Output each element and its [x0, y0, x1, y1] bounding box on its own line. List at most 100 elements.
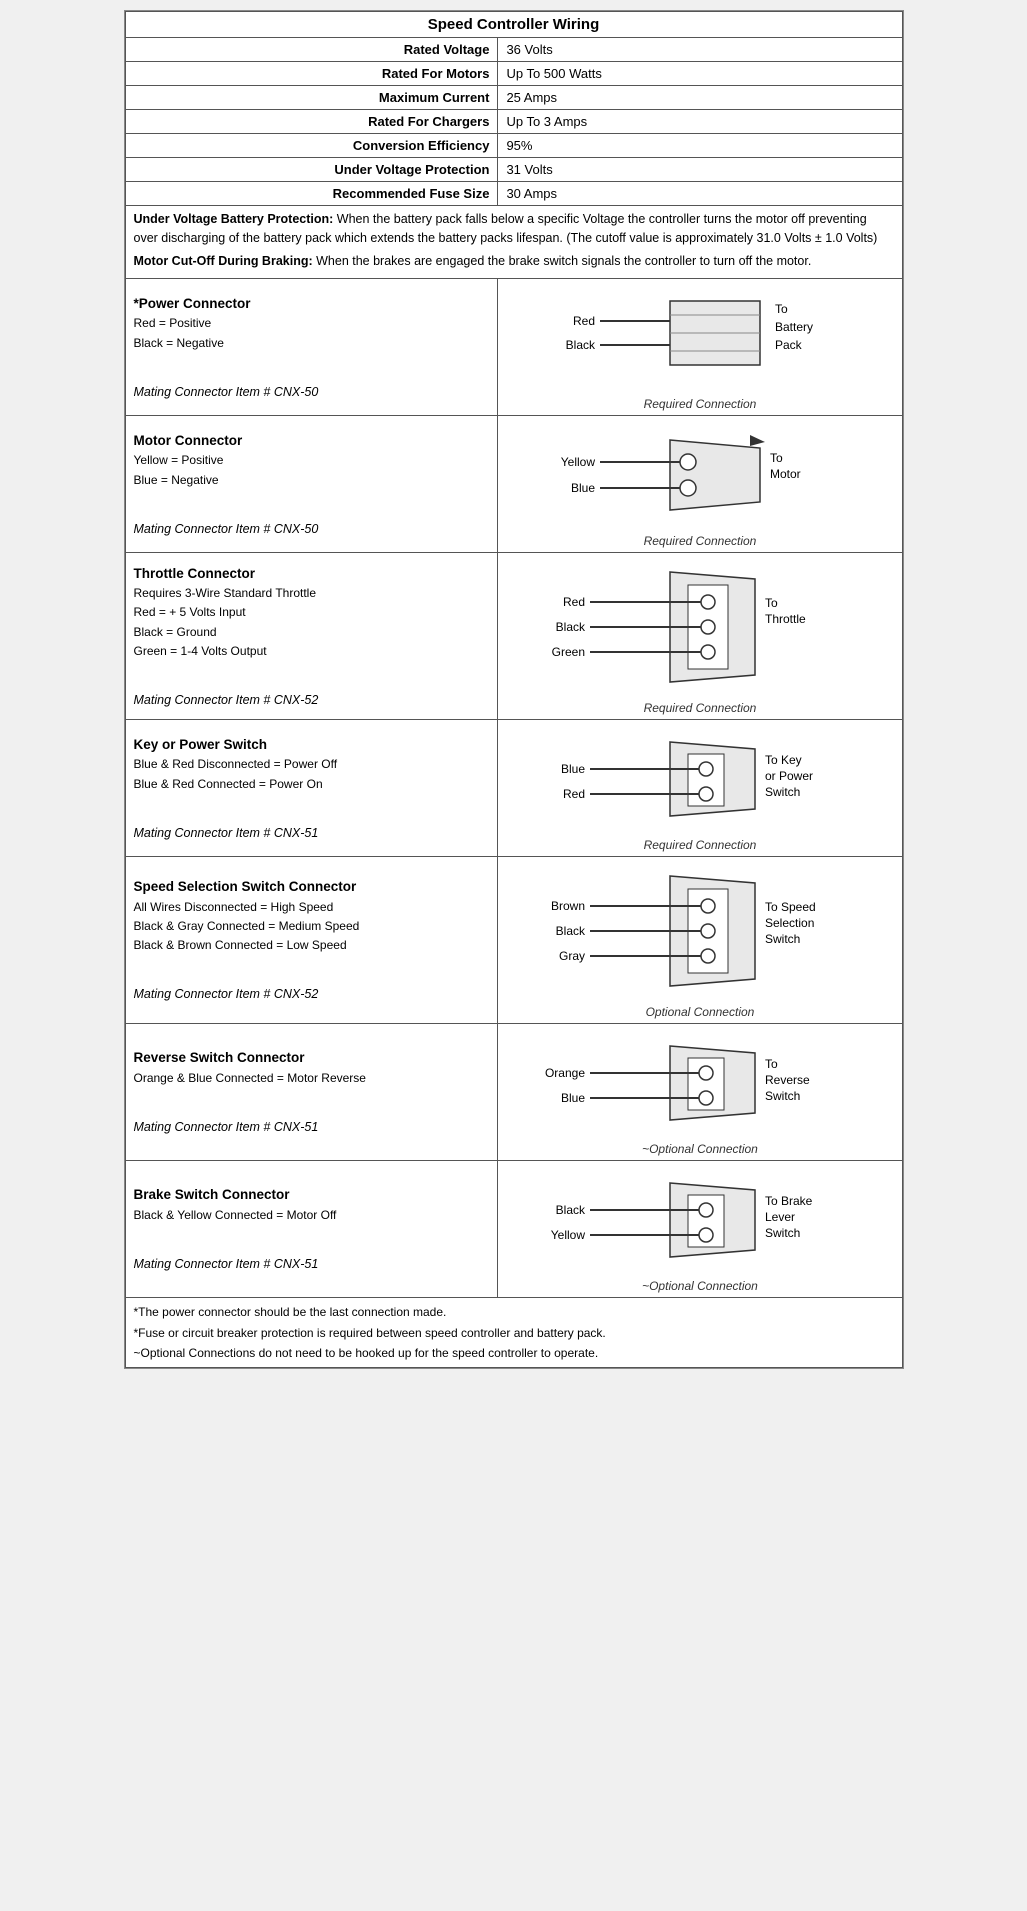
spec-value: Up To 3 Amps [498, 110, 902, 134]
connector-line: Blue & Red Connected = Power On [134, 775, 490, 794]
connector-row: Brake Switch ConnectorBlack & Yellow Con… [125, 1161, 902, 1298]
spec-value: Up To 500 Watts [498, 62, 902, 86]
connector-title: Key or Power Switch [134, 734, 490, 756]
to-label: To [770, 451, 783, 465]
spec-row: Recommended Fuse Size 30 Amps [125, 182, 902, 206]
connector-diagram: Black Yellow To Brake Lever Switch [540, 1165, 860, 1275]
wire-label: Yellow [561, 455, 596, 469]
spec-value: 36 Volts [498, 38, 902, 62]
footer-row: *The power connector should be the last … [125, 1298, 902, 1368]
wire-label: Black [556, 924, 586, 938]
wire-label: Black [556, 620, 586, 634]
footer-note: *Fuse or circuit breaker protection is r… [134, 1323, 894, 1343]
connector-line: Blue & Red Disconnected = Power Off [134, 755, 490, 774]
connector-diagram: Red Black Green To Throttle [540, 557, 860, 697]
to-label: To [765, 1057, 778, 1071]
spec-label: Rated For Chargers [125, 110, 498, 134]
note-bold: Under Voltage Battery Protection: [134, 212, 334, 226]
title-row: Speed Controller Wiring [125, 12, 902, 38]
connection-type-label: Required Connection [644, 701, 757, 715]
to-label: Switch [765, 1089, 800, 1103]
to-label: To [775, 302, 788, 316]
spec-label: Under Voltage Protection [125, 158, 498, 182]
notes-cell: Under Voltage Battery Protection: When t… [125, 206, 902, 279]
spec-label: Maximum Current [125, 86, 498, 110]
connector-diagram-cell: Red Black Green To Throttle Required Con… [498, 553, 902, 720]
to-label: Motor [770, 467, 801, 481]
spec-label: Recommended Fuse Size [125, 182, 498, 206]
diagram-wrap: Black Yellow To Brake Lever Switch ~Opti… [506, 1165, 893, 1293]
wire-label: Red [563, 595, 585, 609]
connector-diagram: Brown Black Gray To Speed Selection Swit… [540, 861, 860, 1001]
to-label: Switch [765, 1226, 800, 1240]
to-label: Lever [765, 1210, 795, 1224]
connector-line: Black & Gray Connected = Medium Speed [134, 917, 490, 936]
connector-line: Blue = Negative [134, 471, 490, 490]
wire-label: Red [563, 787, 585, 801]
connector-line: All Wires Disconnected = High Speed [134, 898, 490, 917]
spec-row: Under Voltage Protection 31 Volts [125, 158, 902, 182]
connector-info: Speed Selection Switch ConnectorAll Wire… [125, 857, 498, 1024]
connector-row: Motor ConnectorYellow = PositiveBlue = N… [125, 416, 902, 553]
to-label: Reverse [765, 1073, 810, 1087]
connector-title: Brake Switch Connector [134, 1184, 490, 1206]
main-table: Speed Controller Wiring Rated Voltage 36… [125, 11, 903, 1368]
connector-title: *Power Connector [134, 293, 490, 315]
wire-label: Orange [545, 1066, 585, 1080]
diagram-wrap: Brown Black Gray To Speed Selection Swit… [506, 861, 893, 1019]
wire-label: Black [556, 1203, 586, 1217]
spec-label: Rated Voltage [125, 38, 498, 62]
spec-value: 25 Amps [498, 86, 902, 110]
page-title: Speed Controller Wiring [125, 12, 902, 38]
connector-title: Throttle Connector [134, 563, 490, 585]
connector-row: Key or Power SwitchBlue & Red Disconnect… [125, 720, 902, 857]
spec-row: Conversion Efficiency 95% [125, 134, 902, 158]
spec-value: 31 Volts [498, 158, 902, 182]
connector-diagram-cell: Black Yellow To Brake Lever Switch ~Opti… [498, 1161, 902, 1298]
to-label: To Key [765, 753, 802, 767]
to-label: Switch [765, 932, 800, 946]
connector-line: Black = Ground [134, 623, 490, 642]
mating-info: Mating Connector Item # CNX-52 [134, 690, 490, 710]
diagram-wrap: Yellow Blue To Motor Required Connection [506, 420, 893, 548]
wire-label: Gray [559, 949, 585, 963]
wire-label: Blue [571, 481, 595, 495]
connector-info: Reverse Switch ConnectorOrange & Blue Co… [125, 1024, 498, 1161]
connector-line: Orange & Blue Connected = Motor Reverse [134, 1069, 490, 1088]
connector-row: Speed Selection Switch ConnectorAll Wire… [125, 857, 902, 1024]
connector-title: Reverse Switch Connector [134, 1047, 490, 1069]
to-label: To [765, 596, 778, 610]
to-label: To Speed [765, 900, 816, 914]
connector-info: Brake Switch ConnectorBlack & Yellow Con… [125, 1161, 498, 1298]
diagram-wrap: Orange Blue To Reverse Switch ~Optional … [506, 1028, 893, 1156]
connector-diagram: Orange Blue To Reverse Switch [540, 1028, 860, 1138]
connector-row: *Power ConnectorRed = PositiveBlack = Ne… [125, 279, 902, 416]
to-label: Switch [765, 785, 800, 799]
connector-line: Black & Brown Connected = Low Speed [134, 936, 490, 955]
connector-row: Reverse Switch ConnectorOrange & Blue Co… [125, 1024, 902, 1161]
page: Speed Controller Wiring Rated Voltage 36… [124, 10, 904, 1369]
to-label: Throttle [765, 612, 806, 626]
spec-value: 95% [498, 134, 902, 158]
connector-line: Red = Positive [134, 314, 490, 333]
to-label: or Power [765, 769, 813, 783]
spec-value: 30 Amps [498, 182, 902, 206]
footer-note: *The power connector should be the last … [134, 1302, 894, 1322]
connector-row: Throttle ConnectorRequires 3-Wire Standa… [125, 553, 902, 720]
to-label: Battery [775, 320, 813, 334]
connector-diagram: Yellow Blue To Motor [540, 420, 860, 530]
connector-diagram-cell: Blue Red To Key or Power Switch Required… [498, 720, 902, 857]
wire-label: Blue [561, 762, 585, 776]
to-label: To Brake [765, 1194, 813, 1208]
connector-line: Green = 1-4 Volts Output [134, 642, 490, 661]
mating-info: Mating Connector Item # CNX-51 [134, 1254, 490, 1274]
connector-info: Motor ConnectorYellow = PositiveBlue = N… [125, 416, 498, 553]
mating-info: Mating Connector Item # CNX-51 [134, 823, 490, 843]
connector-diagram: Red Black To Battery Pack [540, 283, 860, 393]
connector-title: Speed Selection Switch Connector [134, 876, 490, 898]
connection-type-label: Required Connection [644, 838, 757, 852]
mating-info: Mating Connector Item # CNX-50 [134, 382, 490, 402]
spec-label: Rated For Motors [125, 62, 498, 86]
connection-type-label: Required Connection [644, 397, 757, 411]
mating-info: Mating Connector Item # CNX-50 [134, 519, 490, 539]
